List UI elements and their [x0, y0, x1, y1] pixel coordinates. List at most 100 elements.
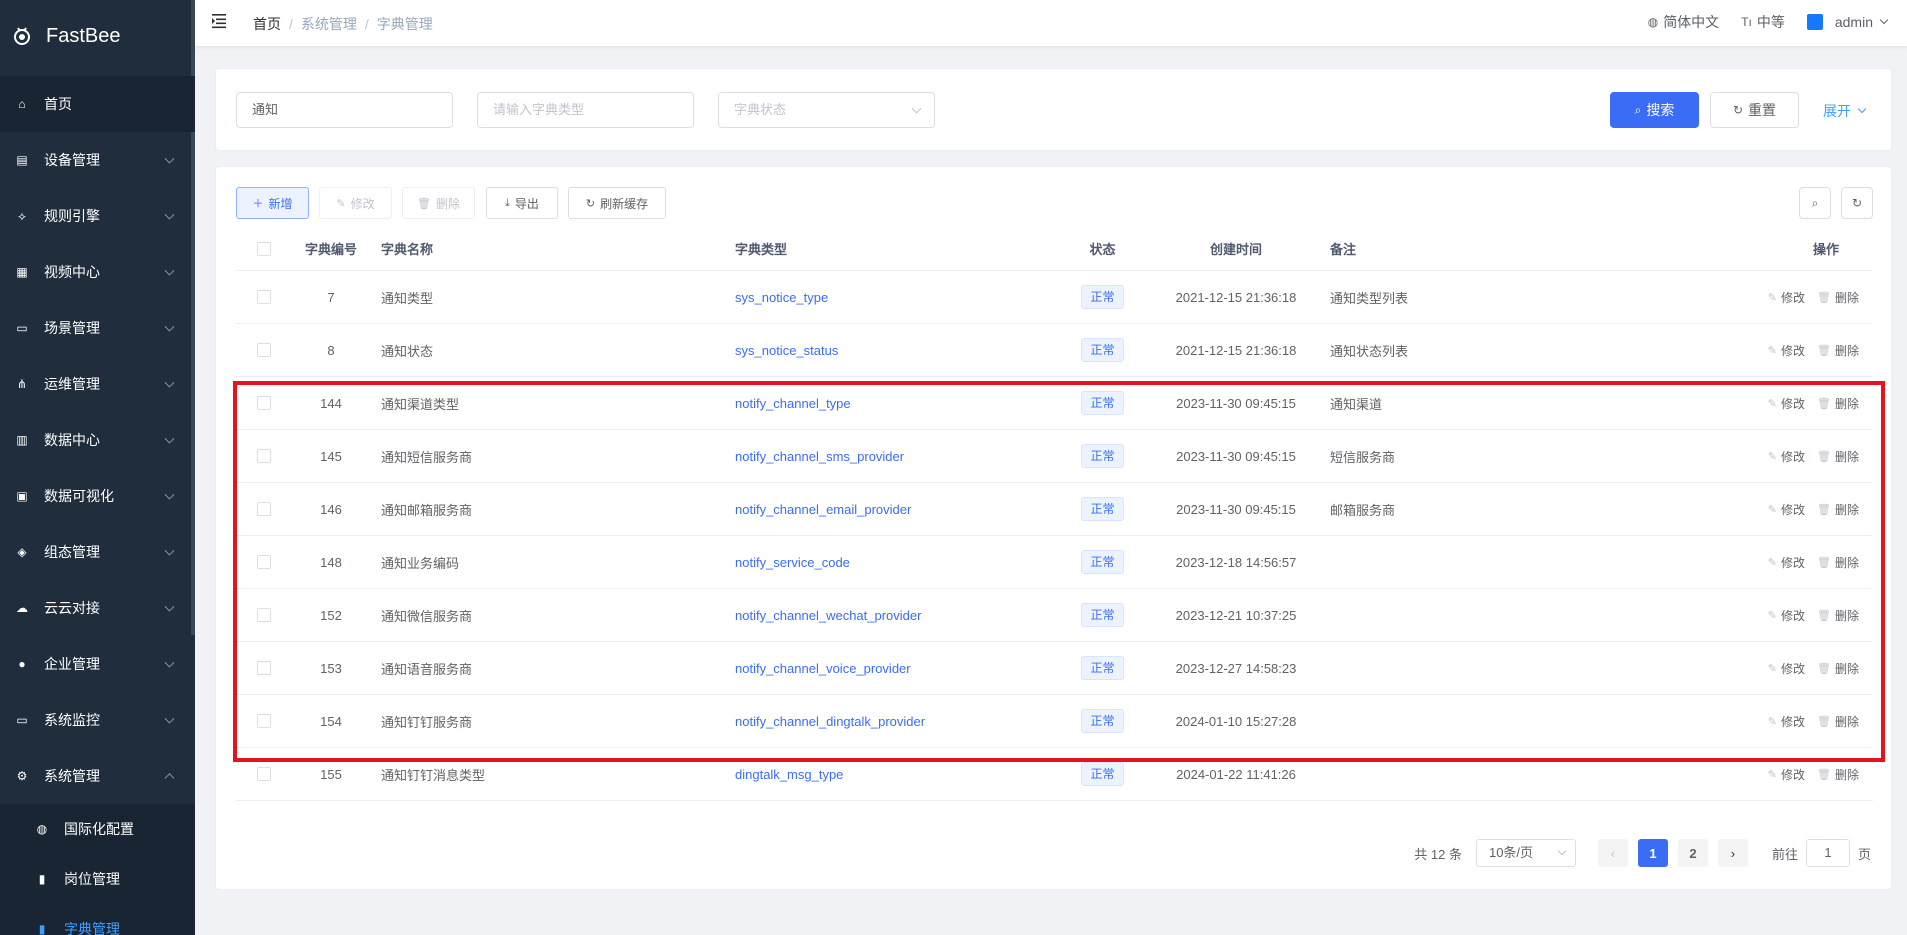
cell-type-link[interactable]: notify_channel_wechat_provider	[725, 608, 1055, 623]
sidebar-item-scene[interactable]: ▭ 场景管理	[0, 300, 195, 356]
row-delete-button[interactable]: 🗑 删除	[1817, 501, 1859, 518]
row-delete-button[interactable]: 🗑 删除	[1817, 713, 1859, 730]
row-edit-button[interactable]: ✎ 修改	[1768, 660, 1805, 677]
table-row[interactable]: 153 通知语音服务商 notify_channel_voice_provider 正…	[236, 642, 1873, 695]
cell-type-link[interactable]: notify_channel_email_provider	[725, 502, 1055, 517]
row-edit-button[interactable]: ✎ 修改	[1768, 501, 1805, 518]
sidebar-item-visual[interactable]: ▣ 数据可视化	[0, 468, 195, 524]
breadcrumb-home[interactable]: 首页	[253, 16, 281, 32]
sidebar-item-data[interactable]: ▥ 数据中心	[0, 412, 195, 468]
device-icon: ▤	[16, 153, 28, 167]
sidebar-item-cloud[interactable]: ☁ 云云对接	[0, 580, 195, 636]
expand-button[interactable]: 展开	[1823, 101, 1867, 121]
cell-type-link[interactable]: notify_channel_voice_provider	[725, 661, 1055, 676]
row-checkbox[interactable]	[256, 396, 271, 410]
cell-type-link[interactable]: sys_notice_status	[725, 343, 1055, 358]
sidebar-item-rule[interactable]: ⟡ 规则引擎	[0, 188, 195, 244]
row-delete-button[interactable]: 🗑 删除	[1817, 395, 1859, 412]
sidebar-item-layers[interactable]: ◈ 组态管理	[0, 524, 195, 580]
reset-button[interactable]: ↻ 重置	[1710, 92, 1799, 128]
sidebar-item-enterprise[interactable]: ● 企业管理	[0, 636, 195, 692]
row-checkbox[interactable]	[256, 502, 271, 516]
row-delete-button[interactable]: 🗑 删除	[1817, 554, 1859, 571]
export-button[interactable]: ⤓ 导出	[486, 187, 558, 219]
row-edit-button[interactable]: ✎ 修改	[1768, 342, 1805, 359]
row-checkbox[interactable]	[256, 608, 271, 622]
submenu-item-globe[interactable]: ◍ 国际化配置	[0, 804, 195, 854]
cell-type-link[interactable]: notify_channel_type	[725, 396, 1055, 411]
next-page-button[interactable]: ›	[1717, 839, 1748, 867]
prev-page-button[interactable]: ‹	[1597, 839, 1628, 867]
top-navbar: 首页 / 系统管理 / 字典管理 ◍ 简体中文 Tı 中等 admin	[195, 0, 1907, 46]
cell-type-link[interactable]: notify_service_code	[725, 555, 1055, 570]
sidebar-item-monitor[interactable]: ▭ 系统监控	[0, 692, 195, 748]
row-delete-button[interactable]: 🗑 删除	[1817, 660, 1859, 677]
hamburger-icon[interactable]	[212, 13, 230, 29]
delete-button[interactable]: 🗑 删除	[402, 187, 475, 219]
cell-type-link[interactable]: dingtalk_msg_type	[725, 767, 1055, 782]
table-row[interactable]: 144 通知渠道类型 notify_channel_type 正常 2023-11-30…	[236, 377, 1873, 430]
chevron-down-icon	[164, 657, 175, 668]
dict-status-select[interactable]: 字典状态	[718, 92, 935, 128]
row-delete-button[interactable]: 🗑 删除	[1817, 766, 1859, 783]
row-checkbox[interactable]	[256, 767, 271, 781]
row-edit-button[interactable]: ✎ 修改	[1768, 395, 1805, 412]
bee-logo-icon	[14, 27, 30, 45]
page-1-button[interactable]: 1	[1637, 839, 1668, 867]
add-button[interactable]: ＋ 新增	[236, 187, 309, 219]
language-switch[interactable]: ◍ 简体中文	[1648, 12, 1719, 32]
row-checkbox[interactable]	[256, 343, 271, 357]
goto-page-input[interactable]: 1	[1805, 839, 1850, 867]
row-delete-button[interactable]: 🗑 删除	[1817, 607, 1859, 624]
select-all-checkbox[interactable]	[256, 241, 271, 256]
dict-name-input[interactable]: 通知	[236, 92, 453, 128]
row-delete-button[interactable]: 🗑 删除	[1817, 289, 1859, 306]
sidebar-item-video[interactable]: ▦ 视频中心	[0, 244, 195, 300]
table-row[interactable]: 155 通知钉钉消息类型 dingtalk_msg_type 正常 2024-01-22…	[236, 748, 1873, 801]
sidebar-item-ops[interactable]: ⋔ 运维管理	[0, 356, 195, 412]
row-edit-button[interactable]: ✎ 修改	[1768, 713, 1805, 730]
cell-name: 通知语音服务商	[381, 661, 473, 677]
settings-icon: ⚙	[16, 769, 28, 783]
refresh-table-button[interactable]: ↻	[1841, 187, 1873, 219]
search-button[interactable]: ⌕ 搜索	[1610, 92, 1699, 128]
sidebar-item-label: 企业管理	[44, 656, 100, 672]
row-checkbox[interactable]	[256, 449, 271, 463]
row-delete-button[interactable]: 🗑 删除	[1817, 342, 1859, 359]
row-select-cell	[236, 555, 291, 569]
row-checkbox[interactable]	[256, 555, 271, 569]
table-row[interactable]: 148 通知业务编码 notify_service_code 正常 2023-12-18…	[236, 536, 1873, 589]
row-checkbox[interactable]	[256, 714, 271, 728]
table-row[interactable]: 154 通知钉钉服务商 notify_channel_dingtalk_provid…	[236, 695, 1873, 748]
row-checkbox[interactable]	[256, 661, 271, 675]
row-edit-button[interactable]: ✎ 修改	[1768, 607, 1805, 624]
table-row[interactable]: 145 通知短信服务商 notify_channel_sms_provider 正常 2…	[236, 430, 1873, 483]
page-2-button[interactable]: 2	[1677, 839, 1708, 867]
table-row[interactable]: 152 通知微信服务商 notify_channel_wechat_provider…	[236, 589, 1873, 642]
toggle-search-button[interactable]: ⌕	[1799, 187, 1831, 219]
row-edit-button[interactable]: ✎ 修改	[1768, 554, 1805, 571]
page-size-select[interactable]: 10条/页	[1475, 839, 1576, 867]
row-edit-button[interactable]: ✎ 修改	[1768, 448, 1805, 465]
refresh-cache-button[interactable]: ↻ 刷新缓存	[568, 187, 666, 219]
cell-type-link[interactable]: sys_notice_type	[725, 290, 1055, 305]
font-size-switch[interactable]: Tı 中等	[1741, 12, 1785, 32]
sidebar-item-settings[interactable]: ⚙ 系统管理	[0, 748, 195, 804]
table-row[interactable]: 7 通知类型 sys_notice_type 正常 2021-12-15 21:36:1…	[236, 271, 1873, 324]
edit-button[interactable]: ✎ 修改	[319, 187, 392, 219]
sidebar-item-device[interactable]: ▤ 设备管理	[0, 132, 195, 188]
row-select-cell	[236, 449, 291, 463]
user-menu[interactable]: admin	[1806, 14, 1889, 30]
cell-type-link[interactable]: notify_channel_dingtalk_provider	[725, 714, 1055, 729]
row-edit-button[interactable]: ✎ 修改	[1768, 766, 1805, 783]
submenu-item-post[interactable]: ▮ 岗位管理	[0, 854, 195, 904]
sidebar-item-home[interactable]: ⌂ 首页	[0, 76, 195, 132]
dict-type-input[interactable]: 请输入字典类型	[477, 92, 694, 128]
row-checkbox[interactable]	[256, 290, 271, 304]
table-row[interactable]: 146 通知邮箱服务商 notify_channel_email_provider 正…	[236, 483, 1873, 536]
submenu-item-book[interactable]: ▮ 字典管理	[0, 904, 195, 935]
row-delete-button[interactable]: 🗑 删除	[1817, 448, 1859, 465]
cell-type-link[interactable]: notify_channel_sms_provider	[725, 449, 1055, 464]
row-edit-button[interactable]: ✎ 修改	[1768, 289, 1805, 306]
table-row[interactable]: 8 通知状态 sys_notice_status 正常 2021-12-15 21:36…	[236, 324, 1873, 377]
